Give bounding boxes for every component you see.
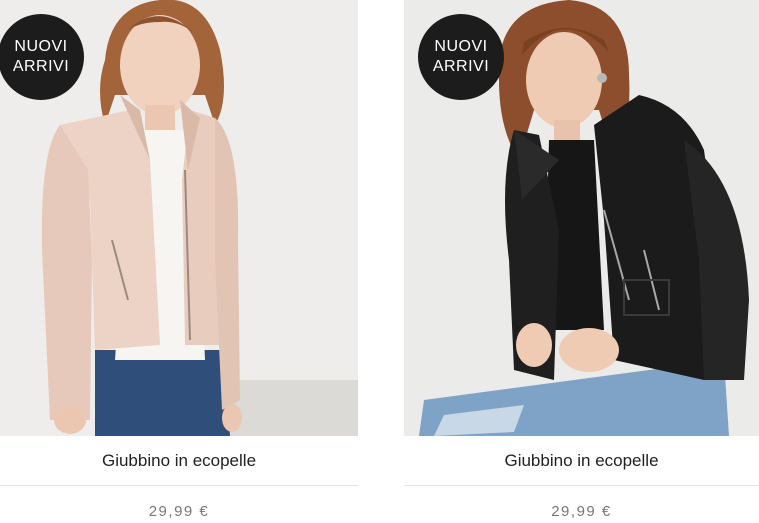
badge-line-1: NUOVI — [434, 38, 488, 55]
new-arrivals-badge: NUOVI ARRIVI — [0, 14, 84, 100]
product-name[interactable]: Giubbino in ecopelle — [0, 446, 358, 476]
divider — [404, 485, 759, 486]
badge-line-2: ARRIVI — [12, 58, 70, 75]
product-card-2[interactable]: NUOVI ARRIVI Giubbino in ecopelle 29,99 … — [404, 0, 759, 523]
product-price: 29,99 € — [551, 503, 612, 520]
product-name[interactable]: Giubbino in ecopelle — [404, 446, 759, 476]
product-price: 29,99 € — [148, 503, 210, 520]
product-card-1[interactable]: NUOVI ARRIVI Giubbino in ecopelle 29,99 … — [0, 0, 358, 523]
new-arrivals-badge: NUOVI ARRIVI — [418, 14, 504, 100]
badge-line-1: NUOVI — [14, 38, 68, 55]
divider — [0, 485, 358, 486]
badge-line-2: ARRIVI — [432, 58, 490, 75]
